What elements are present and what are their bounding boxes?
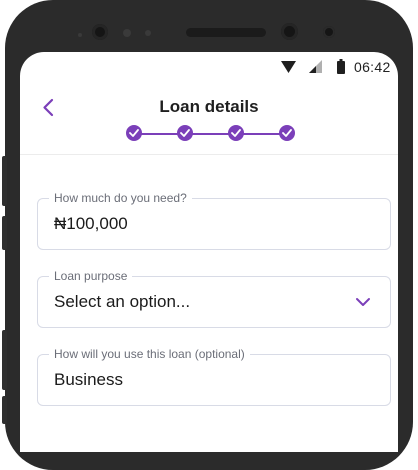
status-time: 06:42 <box>354 59 391 75</box>
stepper-line <box>135 133 289 135</box>
loan-usage-label: How will you use this loan (optional) <box>49 346 250 362</box>
progress-stepper <box>126 125 298 143</box>
loan-usage-field[interactable]: How will you use this loan (optional) Bu… <box>37 346 391 406</box>
loan-purpose-label: Loan purpose <box>49 268 133 284</box>
light-sensor <box>123 29 131 37</box>
app-screen: 06:42 Loan details How much do you need?… <box>20 52 398 452</box>
earpiece-speaker <box>186 28 266 37</box>
step-2-complete <box>177 125 193 141</box>
side-button <box>2 156 7 206</box>
wifi-icon <box>281 60 296 78</box>
front-camera <box>92 24 108 40</box>
loan-purpose-select[interactable]: Loan purpose Select an option... <box>37 268 391 328</box>
loan-usage-value: Business <box>54 370 123 389</box>
side-button <box>2 330 7 390</box>
check-icon <box>231 129 241 137</box>
check-icon <box>282 129 292 137</box>
battery-icon <box>337 59 345 79</box>
check-icon <box>129 129 139 137</box>
amount-label: How much do you need? <box>49 190 192 206</box>
light-sensor <box>145 30 151 36</box>
flash-sensor <box>323 26 335 38</box>
check-icon <box>180 129 190 137</box>
side-button <box>2 216 7 250</box>
step-3-complete <box>228 125 244 141</box>
status-bar: 06:42 <box>20 52 398 82</box>
step-1-complete <box>126 125 142 141</box>
proximity-sensor <box>78 33 82 37</box>
loan-purpose-value: Select an option... <box>54 292 191 311</box>
chevron-down-icon[interactable] <box>355 295 371 313</box>
page-title: Loan details <box>159 97 259 116</box>
app-header: Loan details <box>20 82 398 155</box>
amount-field[interactable]: How much do you need? ₦100,000 <box>37 190 391 250</box>
side-button <box>2 396 7 424</box>
amount-value: ₦100,000 <box>54 214 128 233</box>
front-camera <box>281 23 298 40</box>
signal-icon <box>309 60 322 78</box>
step-4-complete <box>279 125 295 141</box>
